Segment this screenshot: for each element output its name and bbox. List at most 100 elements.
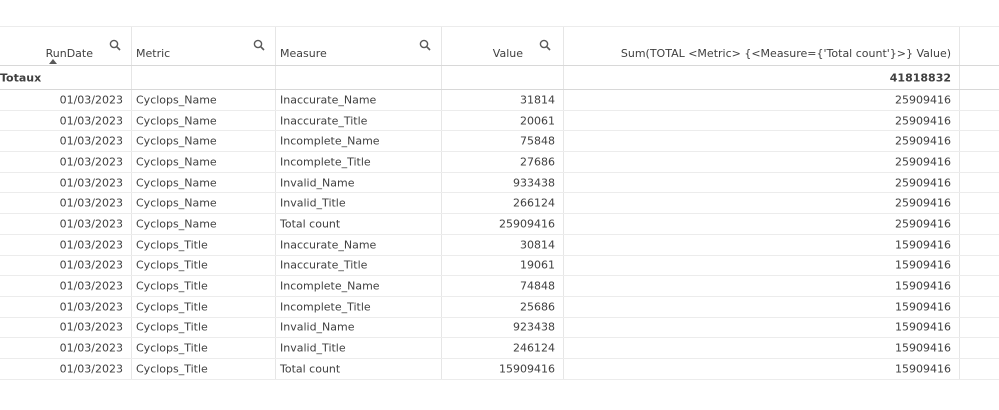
cell-rundate-text: 01/03/2023 <box>59 320 123 334</box>
cell-value[interactable]: 25686 <box>442 296 564 317</box>
cell-measure[interactable]: Inaccurate_Name <box>276 90 442 110</box>
cell-metric[interactable]: Cyclops_Name <box>132 90 276 110</box>
cell-rundate[interactable]: 01/03/2023 <box>0 234 132 255</box>
cell-value[interactable]: 923438 <box>442 317 564 338</box>
cell-measure[interactable]: Invalid_Title <box>276 193 442 214</box>
table-row[interactable]: 01/03/2023 Cyclops_Name Incomplete_Name 758… <box>0 131 999 153</box>
cell-rundate-text: 01/03/2023 <box>59 176 123 190</box>
table-row[interactable]: 01/03/2023 Cyclops_Title Inaccurate_Name 30… <box>0 234 999 256</box>
cell-metric-text: Cyclops_Name <box>136 93 217 107</box>
cell-metric[interactable]: Cyclops_Name <box>132 214 276 234</box>
cell-metric[interactable]: Cyclops_Name <box>132 193 276 214</box>
cell-measure[interactable]: Incomplete_Name <box>276 131 442 152</box>
table-row[interactable]: 01/03/2023 Cyclops_Title Incomplete_Name 74… <box>0 276 999 297</box>
table-row[interactable]: 01/03/2023 Cyclops_Name Incomplete_Title 27… <box>0 152 999 173</box>
cell-total-sum[interactable]: 25909416 <box>564 152 960 172</box>
cell-rundate[interactable]: 01/03/2023 <box>0 172 132 193</box>
cell-total-sum[interactable]: 15909416 <box>564 358 960 379</box>
cell-measure[interactable]: Invalid_Name <box>276 172 442 193</box>
cell-total-sum[interactable]: 15909416 <box>564 317 960 338</box>
table-row[interactable]: 01/03/2023 Cyclops_Title Total count 159094… <box>0 358 999 380</box>
cell-rundate[interactable]: 01/03/2023 <box>0 338 132 358</box>
sort-ascending-icon[interactable] <box>49 59 57 64</box>
cell-metric[interactable]: Cyclops_Title <box>132 296 276 317</box>
cell-value[interactable]: 31814 <box>442 90 564 110</box>
cell-value[interactable]: 266124 <box>442 193 564 214</box>
cell-total-sum[interactable]: 15909416 <box>564 234 960 255</box>
cell-rundate[interactable]: 01/03/2023 <box>0 214 132 234</box>
cell-measure[interactable]: Inaccurate_Title <box>276 110 442 131</box>
cell-total-sum[interactable]: 25909416 <box>564 193 960 214</box>
table-row[interactable]: 01/03/2023 Cyclops_Name Inaccurate_Title 20… <box>0 110 999 132</box>
cell-total-sum[interactable]: 25909416 <box>564 90 960 110</box>
cell-rundate[interactable]: 01/03/2023 <box>0 110 132 131</box>
cell-rundate[interactable]: 01/03/2023 <box>0 255 132 276</box>
cell-total-sum[interactable]: 25909416 <box>564 214 960 234</box>
cell-metric[interactable]: Cyclops_Name <box>132 172 276 193</box>
cell-value[interactable]: 933438 <box>442 172 564 193</box>
cell-measure[interactable]: Inaccurate_Title <box>276 255 442 276</box>
cell-total-sum[interactable]: 15909416 <box>564 296 960 317</box>
cell-metric[interactable]: Cyclops_Title <box>132 234 276 255</box>
table-row[interactable]: 01/03/2023 Cyclops_Name Total count 2590941… <box>0 214 999 235</box>
column-header-label: Value <box>492 47 523 60</box>
cell-rundate[interactable]: 01/03/2023 <box>0 90 132 110</box>
cell-rundate[interactable]: 01/03/2023 <box>0 193 132 214</box>
search-icon[interactable] <box>109 39 121 51</box>
cell-measure[interactable]: Total count <box>276 214 442 234</box>
cell-metric[interactable]: Cyclops_Title <box>132 317 276 338</box>
cell-metric[interactable]: Cyclops_Name <box>132 152 276 172</box>
cell-measure[interactable]: Incomplete_Title <box>276 296 442 317</box>
cell-total-sum[interactable]: 25909416 <box>564 110 960 131</box>
totals-row: Totaux 41818832 <box>0 66 999 90</box>
column-header-total-sum[interactable]: Sum(TOTAL <Metric> {<Measure={'Total cou… <box>564 27 960 65</box>
cell-value[interactable]: 15909416 <box>442 358 564 379</box>
cell-metric[interactable]: Cyclops_Title <box>132 255 276 276</box>
column-header-value[interactable]: Value <box>442 27 564 65</box>
search-icon[interactable] <box>253 39 265 51</box>
cell-value[interactable]: 74848 <box>442 276 564 296</box>
cell-measure[interactable]: Inaccurate_Name <box>276 234 442 255</box>
cell-value[interactable]: 25909416 <box>442 214 564 234</box>
cell-rundate[interactable]: 01/03/2023 <box>0 317 132 338</box>
cell-measure[interactable]: Total count <box>276 358 442 379</box>
table-row[interactable]: 01/03/2023 Cyclops_Name Inaccurate_Name 318… <box>0 90 999 111</box>
cell-value[interactable]: 75848 <box>442 131 564 152</box>
cell-value[interactable]: 20061 <box>442 110 564 131</box>
cell-total-sum-text: 25909416 <box>895 176 951 190</box>
cell-rundate[interactable]: 01/03/2023 <box>0 358 132 379</box>
cell-measure[interactable]: Incomplete_Name <box>276 276 442 296</box>
cell-measure[interactable]: Invalid_Name <box>276 317 442 338</box>
cell-total-sum[interactable]: 15909416 <box>564 276 960 296</box>
cell-value[interactable]: 246124 <box>442 338 564 358</box>
cell-measure[interactable]: Invalid_Title <box>276 338 442 358</box>
table-row[interactable]: 01/03/2023 Cyclops_Title Incomplete_Title 2… <box>0 296 999 318</box>
column-header-rundate[interactable]: RunDate <box>0 27 132 65</box>
cell-total-sum[interactable]: 25909416 <box>564 131 960 152</box>
search-icon[interactable] <box>539 39 551 51</box>
table-row[interactable]: 01/03/2023 Cyclops_Name Invalid_Title 26612… <box>0 193 999 215</box>
search-icon[interactable] <box>419 39 431 51</box>
cell-value[interactable]: 27686 <box>442 152 564 172</box>
table-row[interactable]: 01/03/2023 Cyclops_Title Inaccurate_Title 1… <box>0 255 999 277</box>
table-row[interactable]: 01/03/2023 Cyclops_Name Invalid_Name 933438… <box>0 172 999 194</box>
cell-value[interactable]: 19061 <box>442 255 564 276</box>
column-header-metric[interactable]: Metric <box>132 27 276 65</box>
table-row[interactable]: 01/03/2023 Cyclops_Title Invalid_Name 92343… <box>0 317 999 339</box>
cell-rundate[interactable]: 01/03/2023 <box>0 131 132 152</box>
cell-metric[interactable]: Cyclops_Title <box>132 338 276 358</box>
cell-total-sum[interactable]: 15909416 <box>564 338 960 358</box>
cell-value[interactable]: 30814 <box>442 234 564 255</box>
cell-measure[interactable]: Incomplete_Title <box>276 152 442 172</box>
cell-metric[interactable]: Cyclops_Title <box>132 358 276 379</box>
cell-rundate[interactable]: 01/03/2023 <box>0 152 132 172</box>
cell-metric[interactable]: Cyclops_Title <box>132 276 276 296</box>
cell-total-sum[interactable]: 15909416 <box>564 255 960 276</box>
cell-metric[interactable]: Cyclops_Name <box>132 110 276 131</box>
cell-metric[interactable]: Cyclops_Name <box>132 131 276 152</box>
cell-total-sum[interactable]: 25909416 <box>564 172 960 193</box>
table-row[interactable]: 01/03/2023 Cyclops_Title Invalid_Title 2461… <box>0 338 999 359</box>
column-header-measure[interactable]: Measure <box>276 27 442 65</box>
cell-rundate[interactable]: 01/03/2023 <box>0 276 132 296</box>
cell-rundate[interactable]: 01/03/2023 <box>0 296 132 317</box>
